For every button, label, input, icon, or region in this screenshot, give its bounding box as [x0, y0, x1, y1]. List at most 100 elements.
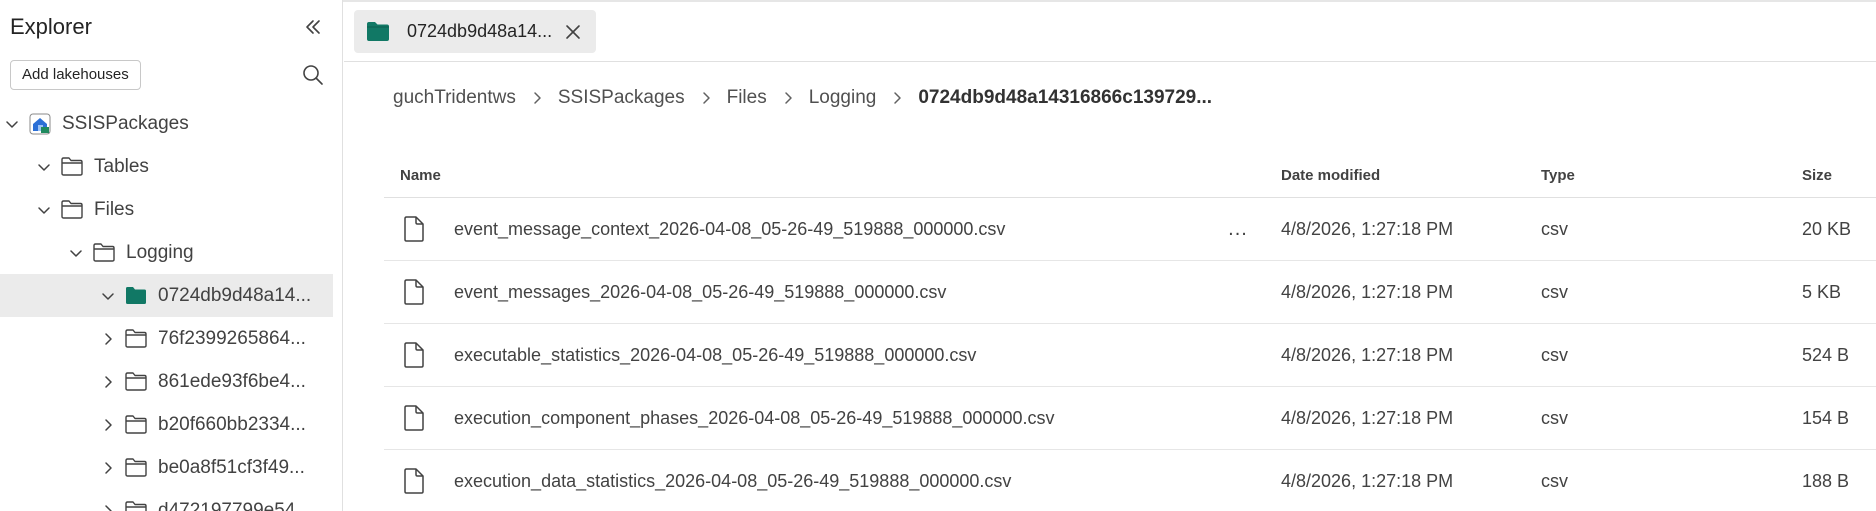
chevron-down-icon[interactable]	[4, 116, 20, 132]
double-chevron-left-icon	[306, 20, 320, 34]
tab-folder[interactable]: 0724db9d48a14...	[354, 10, 596, 53]
file-icon	[403, 279, 425, 310]
table-row[interactable]: event_messages_2026-04-08_05-26-49_51988…	[384, 261, 1876, 324]
file-size: 5 KB	[1802, 282, 1842, 302]
tree-item-label: Files	[94, 198, 135, 220]
breadcrumb-item-workspace[interactable]: guchTridentws	[393, 87, 516, 109]
file-type: csv	[1541, 471, 1568, 491]
close-icon	[566, 25, 580, 39]
chevron-right-icon[interactable]	[100, 417, 116, 433]
date-modified: 4/8/2026, 1:27:18 PM	[1281, 219, 1454, 239]
chevron-right-icon[interactable]	[100, 503, 116, 511]
chevron-down-icon[interactable]	[36, 202, 52, 218]
tree-item-label: b20f660bb2334...	[158, 413, 306, 435]
tree-item[interactable]: 76f2399265864...	[0, 317, 343, 360]
folder-icon	[92, 242, 116, 264]
file-name[interactable]: executable_statistics_2026-04-08_05-26-4…	[454, 345, 976, 366]
column-header-name[interactable]: Name	[400, 167, 441, 184]
column-header-type[interactable]: Type	[1541, 167, 1575, 184]
tree-item-label: be0a8f51cf3f49...	[158, 456, 305, 478]
tree-item-label: Logging	[126, 241, 194, 263]
lakehouse-icon	[28, 113, 52, 135]
column-header-size[interactable]: Size	[1802, 167, 1832, 184]
chevron-right-icon	[783, 91, 793, 105]
explorer-title: Explorer	[10, 14, 92, 39]
table-row[interactable]: event_message_context_2026-04-08_05-26-4…	[384, 198, 1876, 261]
tree-item[interactable]: SSISPackages	[0, 102, 343, 145]
breadcrumb-item-lakehouse[interactable]: SSISPackages	[558, 87, 685, 109]
folder-icon	[124, 328, 148, 350]
file-type: csv	[1541, 219, 1568, 239]
tree-item-label: 861ede93f6be4...	[158, 370, 306, 392]
file-name[interactable]: execution_data_statistics_2026-04-08_05-…	[454, 471, 1011, 492]
table-body: event_message_context_2026-04-08_05-26-4…	[384, 198, 1876, 511]
tree-item[interactable]: 0724db9d48a14...	[0, 274, 333, 317]
tree-item-label: 76f2399265864...	[158, 327, 306, 349]
column-header-date-modified[interactable]: Date modified	[1281, 167, 1380, 184]
breadcrumb: guchTridentws SSISPackages Files Logging…	[393, 86, 1212, 110]
folder-icon	[60, 156, 84, 178]
date-modified: 4/8/2026, 1:27:18 PM	[1281, 282, 1454, 302]
breadcrumb-item-current-folder: 0724db9d48a14316866c139729...	[918, 87, 1213, 108]
file-icon	[403, 342, 425, 373]
chevron-down-icon[interactable]	[68, 245, 84, 261]
tree-item-label: Tables	[94, 155, 149, 177]
chevron-right-icon	[701, 91, 711, 105]
file-icon	[403, 216, 425, 247]
file-size: 20 KB	[1802, 219, 1852, 239]
breadcrumb-item-logging[interactable]: Logging	[809, 87, 877, 109]
chevron-right-icon[interactable]	[100, 460, 116, 476]
tree-item[interactable]: b20f660bb2334...	[0, 403, 343, 446]
table-row[interactable]: execution_data_statistics_2026-04-08_05-…	[384, 450, 1876, 511]
collapse-pane-button[interactable]	[300, 14, 326, 40]
search-icon	[303, 65, 323, 85]
file-icon	[403, 468, 425, 499]
close-tab-button[interactable]	[562, 21, 584, 43]
date-modified: 4/8/2026, 1:27:18 PM	[1281, 345, 1454, 365]
file-name[interactable]: execution_component_phases_2026-04-08_05…	[454, 408, 1054, 429]
file-name[interactable]: event_messages_2026-04-08_05-26-49_51988…	[454, 282, 946, 303]
tree-item[interactable]: 861ede93f6be4...	[0, 360, 343, 403]
file-size: 154 B	[1802, 408, 1850, 428]
file-type: csv	[1541, 345, 1568, 365]
chevron-down-icon[interactable]	[36, 159, 52, 175]
folder-icon	[124, 457, 148, 479]
tree-item[interactable]: Logging	[0, 231, 343, 274]
date-modified: 4/8/2026, 1:27:18 PM	[1281, 471, 1454, 491]
table-row[interactable]: execution_component_phases_2026-04-08_05…	[384, 387, 1876, 450]
chevron-right-icon[interactable]	[100, 374, 116, 390]
file-size: 188 B	[1802, 471, 1850, 491]
chevron-right-icon[interactable]	[100, 331, 116, 347]
tab-label: 0724db9d48a14...	[407, 21, 553, 41]
tree-item[interactable]: Tables	[0, 145, 343, 188]
chevron-right-icon	[892, 91, 902, 105]
files-table: Name Date modified Type Size event_messa…	[384, 154, 1876, 511]
table-row[interactable]: executable_statistics_2026-04-08_05-26-4…	[384, 324, 1876, 387]
tree-item[interactable]: d472197799e54...	[0, 489, 343, 511]
chevron-down-icon[interactable]	[100, 288, 116, 304]
folder-icon	[60, 199, 84, 221]
file-size: 524 B	[1802, 345, 1850, 365]
tree-item[interactable]: be0a8f51cf3f49...	[0, 446, 343, 489]
add-lakehouses-button[interactable]: Add lakehouses	[10, 60, 141, 90]
more-options-button[interactable]: ...	[1222, 214, 1254, 244]
folder-filled-icon	[366, 21, 390, 47]
file-icon	[403, 405, 425, 436]
explorer-pane: Explorer Add lakehouses SSISPackages Tabl…	[0, 0, 343, 511]
search-button[interactable]	[300, 62, 326, 88]
tree-item-label: SSISPackages	[62, 112, 189, 134]
folder-filled-icon	[124, 285, 148, 307]
tab-strip: 0724db9d48a14...	[344, 2, 1876, 62]
table-header: Name Date modified Type Size	[384, 154, 1876, 198]
folder-icon	[124, 414, 148, 436]
tree-item[interactable]: Files	[0, 188, 343, 231]
tree-item-label: d472197799e54...	[158, 499, 312, 511]
file-type: csv	[1541, 408, 1568, 428]
folder-icon	[124, 500, 148, 511]
date-modified: 4/8/2026, 1:27:18 PM	[1281, 408, 1454, 428]
file-type: csv	[1541, 282, 1568, 302]
folder-icon	[124, 371, 148, 393]
chevron-right-icon	[532, 91, 542, 105]
file-name[interactable]: event_message_context_2026-04-08_05-26-4…	[454, 219, 1005, 240]
breadcrumb-item-files[interactable]: Files	[727, 87, 767, 109]
